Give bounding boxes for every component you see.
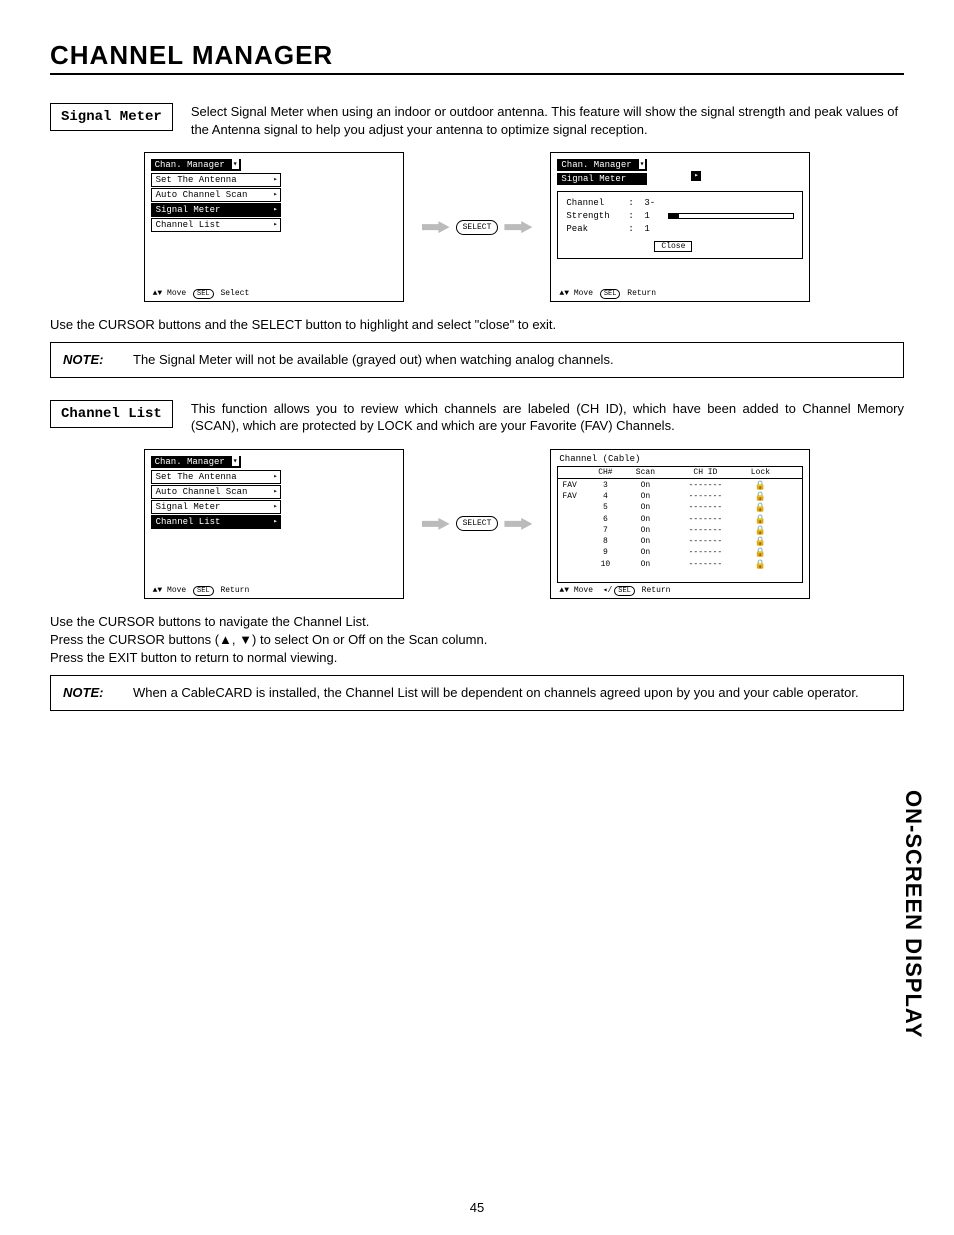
table-row[interactable]: 10On-------🔒	[562, 560, 798, 571]
menu-item[interactable]: Signal Meter▸	[151, 500, 281, 514]
channel-list-note: NOTE: When a CableCARD is installed, the…	[50, 675, 904, 711]
section-signal-meter: Signal Meter Select Signal Meter when us…	[50, 103, 904, 378]
select-button[interactable]: SELECT	[456, 220, 499, 235]
osd-footer: ▲▼ Move SEL Select	[151, 287, 397, 299]
arrow-step: SELECT	[422, 220, 533, 235]
menu-item[interactable]: Set The Antenna▸	[151, 470, 281, 484]
sel-key-icon: SEL	[193, 586, 214, 596]
signal-meter-figure: Chan. Manager▾ Set The Antenna▸Auto Chan…	[50, 152, 904, 302]
osd-menu-title: Chan. Manager▾	[151, 456, 241, 468]
submenu-arrow-icon: ▸	[273, 487, 277, 496]
osd-menu-left: Chan. Manager▾ Set The Antenna▸Auto Chan…	[144, 152, 404, 302]
osd-footer: ▲▼ Move SEL Return	[557, 287, 803, 299]
signal-meter-label: Signal Meter	[50, 103, 173, 131]
lock-icon: 🔒	[740, 560, 780, 571]
osd-footer: ▲▼ Move ◂/SEL Return	[557, 583, 803, 596]
submenu-arrow-icon: ▸	[273, 517, 277, 526]
page-number: 45	[0, 1200, 954, 1215]
signal-meter-instructions: Use the CURSOR buttons and the SELECT bu…	[50, 316, 904, 334]
menu-item[interactable]: Channel List▸	[151, 218, 281, 232]
lock-icon: 🔒	[740, 548, 780, 559]
updown-icon: ▲▼	[559, 586, 569, 595]
close-button[interactable]: Close	[654, 241, 692, 252]
arrow-right-icon	[504, 518, 532, 530]
channel-list-label: Channel List	[50, 400, 173, 428]
sel-key-icon: SEL	[193, 289, 214, 299]
note-label: NOTE:	[63, 351, 133, 369]
note-label: NOTE:	[63, 684, 133, 702]
lock-icon: 🔒	[740, 503, 780, 514]
table-row[interactable]: 6On-------🔒	[562, 515, 798, 526]
osd-signal-meter-panel: Chan. Manager▾ Signal Meter Channel:3- S…	[550, 152, 810, 302]
arrow-right-icon	[422, 518, 450, 530]
sel-key-icon: SEL	[614, 586, 635, 596]
submenu-arrow-icon: ▸	[273, 175, 277, 184]
updown-icon: ▲▼	[153, 586, 163, 595]
page-title: CHANNEL MANAGER	[50, 40, 904, 75]
updown-icon: ▲▼	[559, 289, 569, 298]
osd-menu-left: Chan. Manager▾ Set The Antenna▸Auto Chan…	[144, 449, 404, 599]
table-header: CH# Scan CH ID Lock	[558, 467, 802, 479]
submenu-arrow-icon	[691, 171, 701, 181]
sel-key-icon: SEL	[600, 289, 621, 299]
menu-item[interactable]: Signal Meter▸	[151, 203, 281, 217]
row-peak: Peak:1	[566, 224, 794, 234]
updown-icon: ▲▼	[153, 289, 163, 298]
osd-result-sub: Signal Meter	[557, 173, 647, 185]
lock-icon: 🔒	[740, 537, 780, 548]
menu-item[interactable]: Auto Channel Scan▸	[151, 485, 281, 499]
menu-item[interactable]: Set The Antenna▸	[151, 173, 281, 187]
submenu-arrow-icon: ▸	[273, 502, 277, 511]
row-strength: Strength:1	[566, 211, 794, 221]
channel-list-instructions: Use the CURSOR buttons to navigate the C…	[50, 613, 904, 668]
menu-item[interactable]: Auto Channel Scan▸	[151, 188, 281, 202]
strength-bar	[668, 213, 794, 219]
signal-meter-description: Select Signal Meter when using an indoor…	[191, 103, 904, 138]
channel-table-title: Channel (Cable)	[557, 454, 803, 466]
dropdown-arrow-icon: ▾	[639, 159, 646, 169]
menu-item[interactable]: Channel List▸	[151, 515, 281, 529]
osd-menu-title: Chan. Manager▾	[151, 159, 241, 171]
lock-icon: 🔒	[740, 515, 780, 526]
lock-icon: 🔒	[740, 492, 780, 503]
lock-icon: 🔒	[740, 481, 780, 492]
arrow-right-icon	[504, 221, 532, 233]
arrow-right-icon	[422, 221, 450, 233]
section-channel-list: Channel List This function allows you to…	[50, 400, 904, 711]
side-label: ON-SCREEN DISPLAY	[900, 790, 926, 1038]
channel-list-description: This function allows you to review which…	[191, 400, 904, 435]
select-button[interactable]: SELECT	[456, 516, 499, 531]
osd-footer: ▲▼ Move SEL Return	[151, 584, 397, 596]
row-channel: Channel:3-	[566, 198, 794, 208]
note-text: When a CableCARD is installed, the Chann…	[133, 684, 859, 702]
channel-list-figure: Chan. Manager▾ Set The Antenna▸Auto Chan…	[50, 449, 904, 599]
signal-meter-note: NOTE: The Signal Meter will not be avail…	[50, 342, 904, 378]
dropdown-arrow-icon: ▾	[232, 456, 239, 466]
dropdown-arrow-icon: ▾	[232, 159, 239, 169]
note-text: The Signal Meter will not be available (…	[133, 351, 614, 369]
table-row[interactable]: FAV3On-------🔒	[562, 481, 798, 492]
table-row[interactable]: 8On-------🔒	[562, 537, 798, 548]
lock-icon: 🔒	[740, 526, 780, 537]
table-row[interactable]: FAV4On-------🔒	[562, 492, 798, 503]
osd-channel-list-panel: Channel (Cable) CH# Scan CH ID Lock FAV3…	[550, 449, 810, 599]
arrow-step: SELECT	[422, 516, 533, 531]
table-row[interactable]: 7On-------🔒	[562, 526, 798, 537]
submenu-arrow-icon: ▸	[273, 220, 277, 229]
table-row[interactable]: 5On-------🔒	[562, 503, 798, 514]
table-row[interactable]: 9On-------🔒	[562, 548, 798, 559]
submenu-arrow-icon: ▸	[273, 472, 277, 481]
submenu-arrow-icon: ▸	[273, 205, 277, 214]
osd-result-title: Chan. Manager▾	[557, 159, 647, 171]
submenu-arrow-icon: ▸	[273, 190, 277, 199]
